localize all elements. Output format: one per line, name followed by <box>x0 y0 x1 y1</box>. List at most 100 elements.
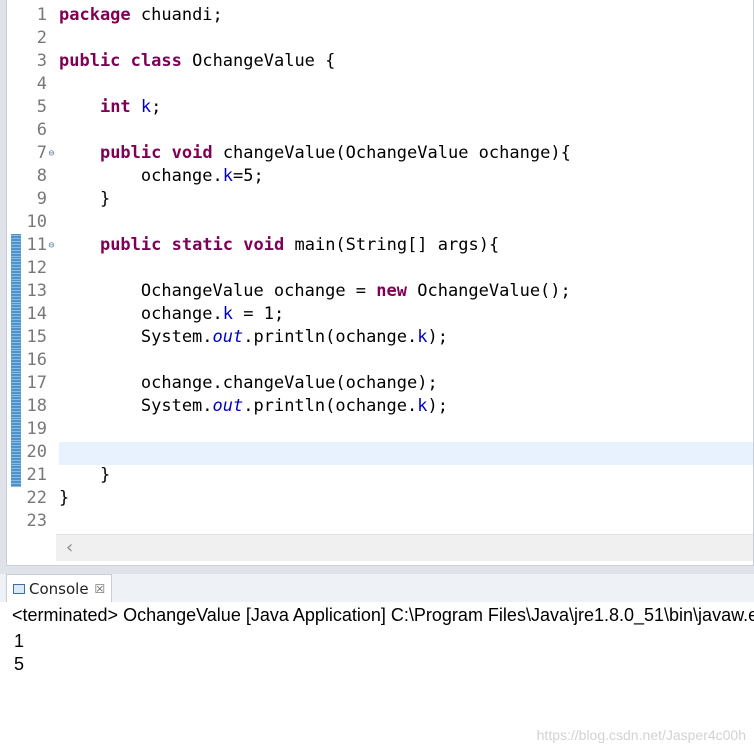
console-icon <box>13 583 25 594</box>
line-number: 21 <box>26 465 47 485</box>
line-number: 22 <box>26 488 47 508</box>
line-number: 10 <box>26 212 47 232</box>
horizontal-scrollbar[interactable]: ‹ <box>56 534 753 561</box>
code-token: ; <box>151 97 162 117</box>
watermark: https://blog.csdn.net/Jasper4c00h <box>536 727 746 743</box>
line-number: 4 <box>36 74 47 94</box>
field-token: out <box>212 396 244 416</box>
code-token: System. <box>59 396 213 416</box>
code-token: = 1; <box>233 304 285 324</box>
keyword-token: class <box>130 51 182 71</box>
current-line-highlight <box>59 442 753 465</box>
code-line[interactable]: } <box>59 487 69 510</box>
code-line[interactable]: package chuandi; <box>59 4 223 27</box>
line-number: 17 <box>26 373 47 393</box>
tab-console[interactable]: Console ☒ <box>6 574 113 602</box>
code-token: .println(ochange. <box>243 396 418 416</box>
line-number: 13 <box>26 281 47 301</box>
code-token: } <box>59 465 111 485</box>
line-number: 1 <box>36 5 47 25</box>
keyword-token: static <box>171 235 234 255</box>
console-view[interactable]: <terminated> OchangeValue [Java Applicat… <box>0 602 754 753</box>
code-token: ochange. <box>59 304 223 324</box>
keyword-token: public <box>59 51 121 71</box>
code-token: OchangeValue ochange = <box>59 281 377 301</box>
line-number: 12 <box>26 258 47 278</box>
console-status-header: <terminated> OchangeValue [Java Applicat… <box>12 605 754 625</box>
keyword-token: new <box>376 281 407 301</box>
code-token: } <box>59 189 111 209</box>
keyword-token: public <box>99 143 162 163</box>
code-line[interactable]: public class OchangeValue { <box>59 50 335 73</box>
line-number: 8 <box>36 166 47 186</box>
scroll-left-arrow-icon[interactable]: ‹ <box>66 537 73 558</box>
code-token: =5; <box>233 166 264 186</box>
fold-toggle-icon[interactable]: ⊖ <box>47 234 56 257</box>
code-line[interactable]: ochange.k = 1; <box>59 303 284 326</box>
fold-toggle-icon[interactable]: ⊖ <box>47 142 56 165</box>
code-token: OchangeValue { <box>181 51 336 71</box>
code-token: ); <box>427 396 448 416</box>
console-output-line: 1 <box>14 631 25 651</box>
line-number: 5 <box>36 97 47 117</box>
field-token: k <box>222 304 234 324</box>
code-token: } <box>59 488 70 508</box>
keyword-token: void <box>243 235 285 255</box>
code-token: System. <box>59 327 213 347</box>
code-line[interactable]: } <box>59 464 110 487</box>
field-token: out <box>212 327 244 347</box>
keyword-token: public <box>99 235 162 255</box>
code-line[interactable]: ochange.changeValue(ochange); <box>59 372 438 395</box>
keyword-token: void <box>171 143 213 163</box>
code-editor[interactable]: 1 2 3 4 5 6 7 ⊖ 8 9 10 11 ⊖ 12 13 14 15 16 17 18 19 20 21 22 23 … <box>6 0 754 566</box>
code-line[interactable]: public static void main(String[] args){ <box>59 234 499 257</box>
console-output-line: 5 <box>14 654 25 674</box>
code-line[interactable]: System.out.println(ochange.k); <box>59 395 448 418</box>
line-number: 16 <box>26 350 47 370</box>
console-tab-bar: Console ☒ <box>0 574 754 602</box>
line-number: 11 <box>26 235 47 255</box>
code-token: ochange. <box>59 166 223 186</box>
line-number: 15 <box>26 327 47 347</box>
code-line[interactable]: public void changeValue(OchangeValue och… <box>59 142 571 165</box>
line-number: 19 <box>26 419 47 439</box>
code-token: main(String[] args){ <box>284 235 500 255</box>
line-number: 23 <box>26 511 47 531</box>
field-token: k <box>417 396 428 416</box>
field-token: k <box>222 166 234 186</box>
line-number: 2 <box>36 28 47 48</box>
field-token: k <box>140 97 152 117</box>
code-line[interactable]: int k; <box>59 96 161 119</box>
line-number: 7 <box>36 143 47 163</box>
line-number: 18 <box>26 396 47 416</box>
code-line[interactable]: System.out.println(ochange.k); <box>59 326 448 349</box>
code-token: ochange.changeValue(ochange); <box>59 373 438 393</box>
keyword-token: package <box>59 5 131 25</box>
code-token: ); <box>427 327 448 347</box>
code-line[interactable]: } <box>59 188 110 211</box>
code-token: .println(ochange. <box>243 327 418 347</box>
field-token: k <box>417 327 428 347</box>
code-line[interactable]: ochange.k=5; <box>59 165 264 188</box>
code-line[interactable]: OchangeValue ochange = new OchangeValue(… <box>59 280 571 303</box>
code-token: OchangeValue(); <box>407 281 571 301</box>
console-tab-label: Console <box>29 579 89 598</box>
line-number: 14 <box>26 304 47 324</box>
line-number-gutter: 1 2 3 4 5 6 7 ⊖ 8 9 10 11 ⊖ 12 13 14 15 16 17 18 19 20 21 22 23 <box>7 0 56 534</box>
code-token: changeValue(OchangeValue ochange){ <box>212 143 571 163</box>
line-number: 20 <box>26 442 47 462</box>
line-number: 6 <box>36 120 47 140</box>
code-token: chuandi; <box>130 5 223 25</box>
close-icon[interactable]: ☒ <box>95 582 106 596</box>
keyword-token: int <box>99 97 131 117</box>
line-number: 3 <box>36 51 47 71</box>
line-number: 9 <box>36 189 47 209</box>
